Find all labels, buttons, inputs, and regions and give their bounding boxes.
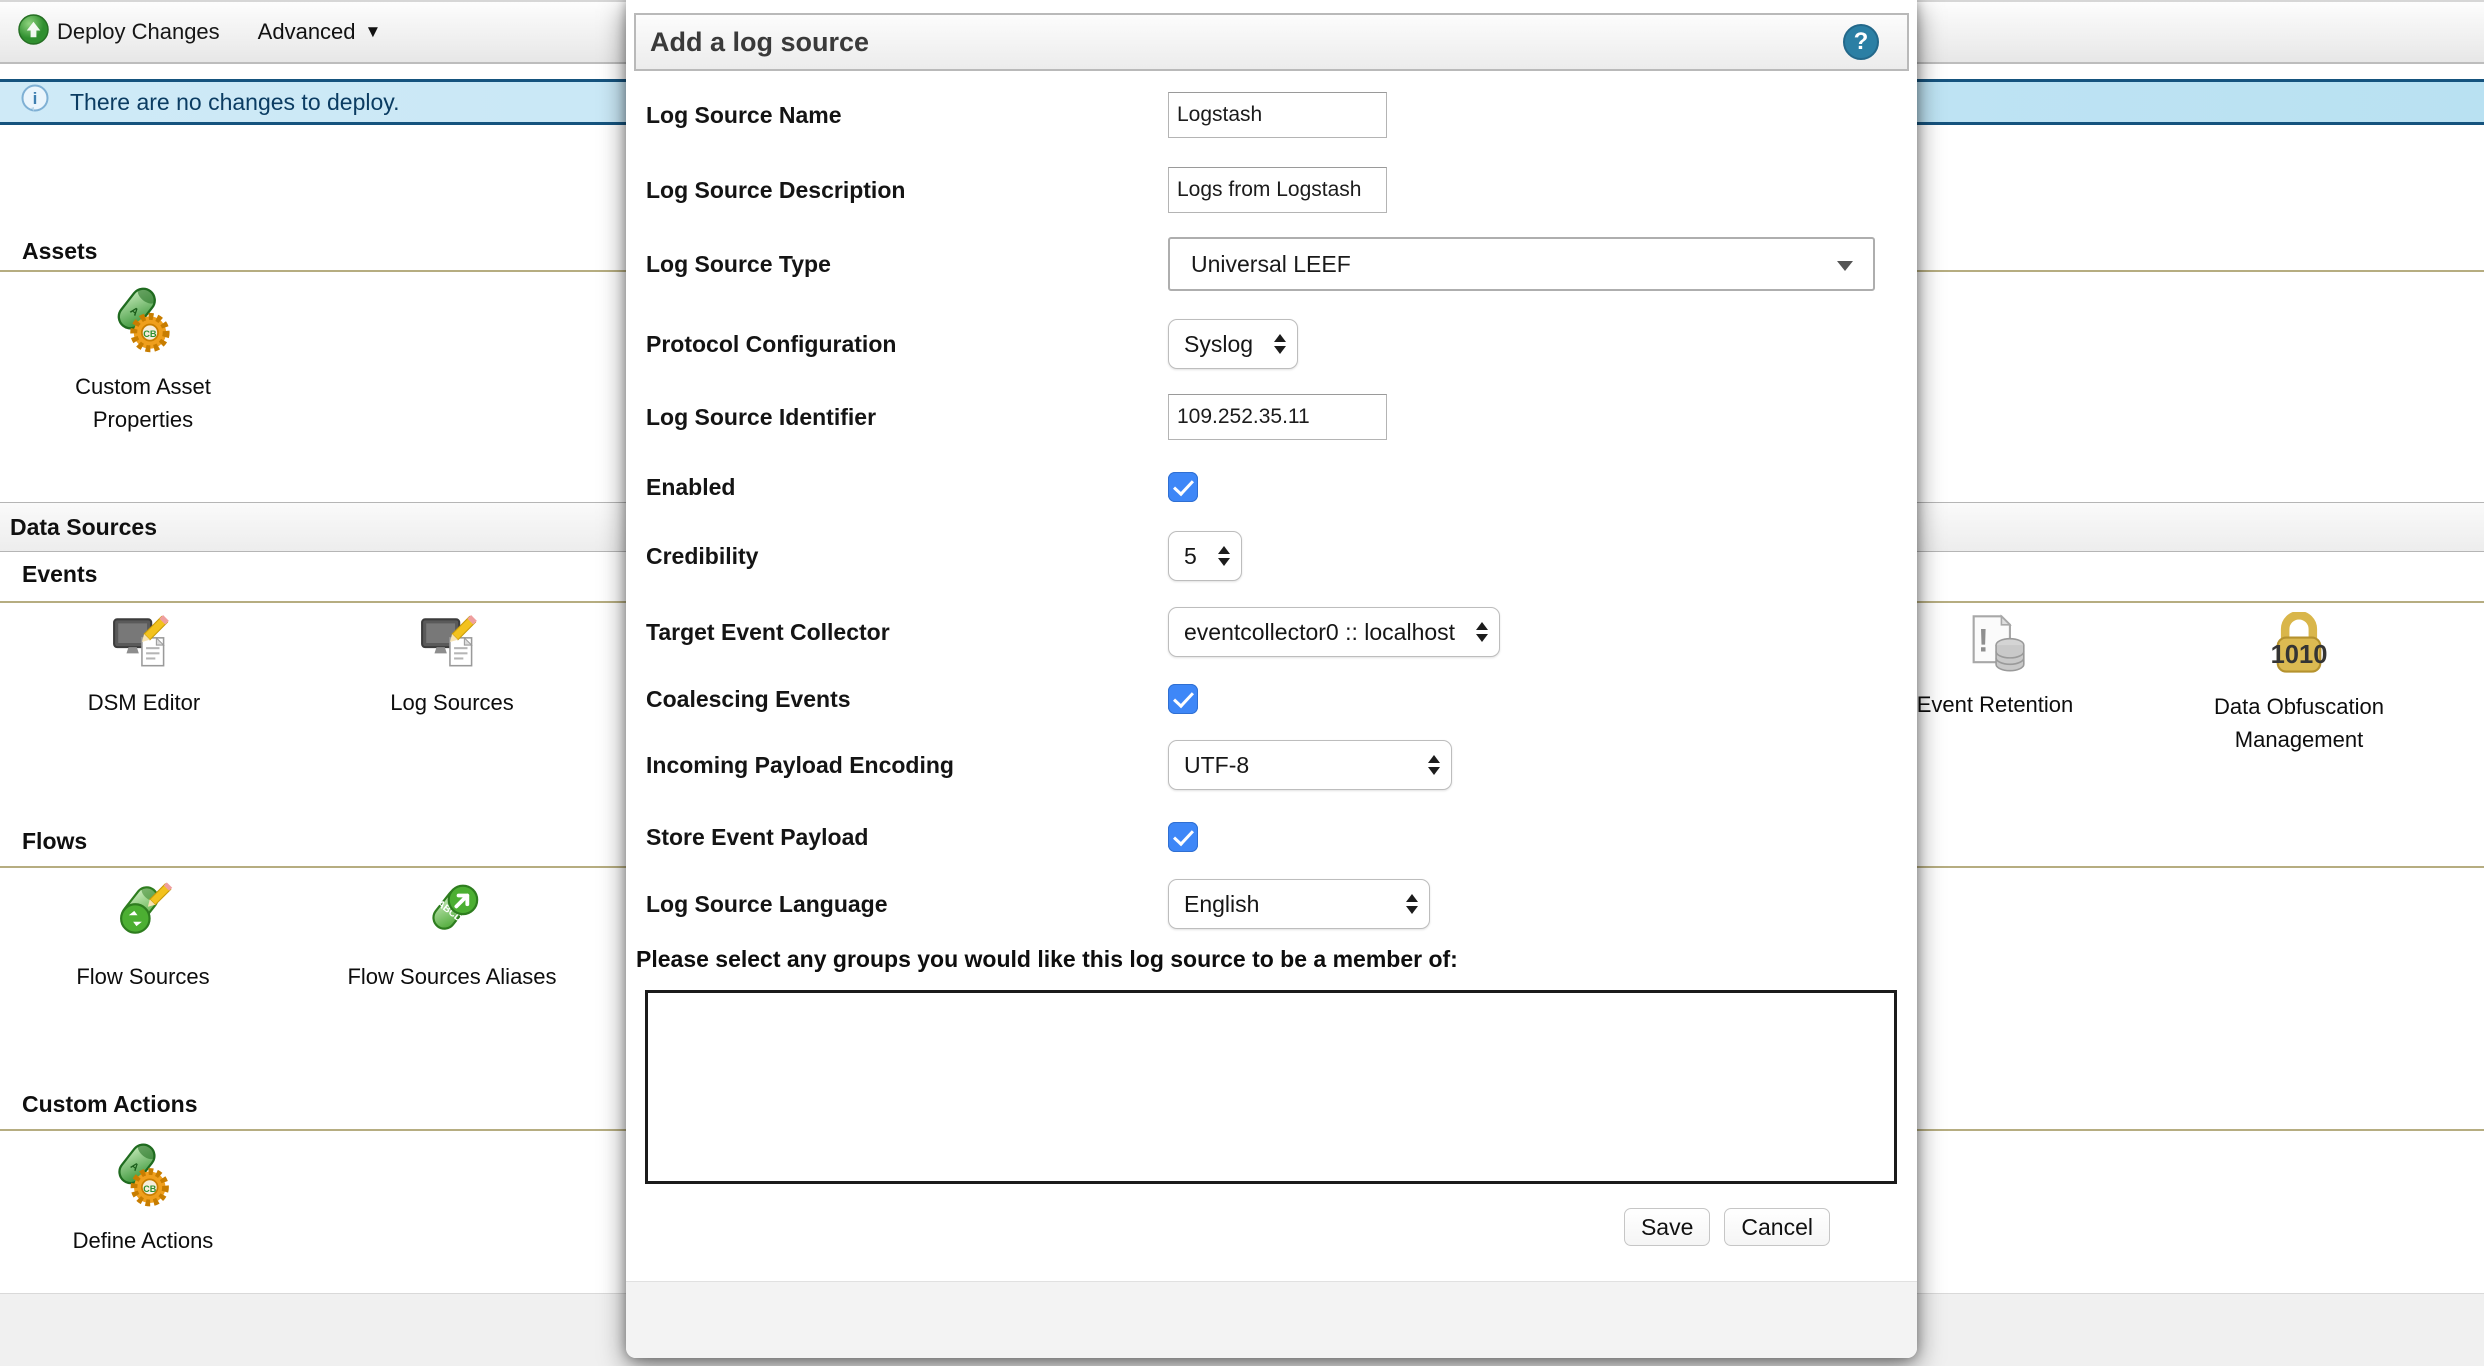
- store-event-payload-checkbox[interactable]: [1168, 822, 1198, 852]
- field-label: Log Source Identifier: [646, 404, 876, 431]
- tool-label: Custom Asset Properties: [23, 370, 263, 436]
- form-row-identifier: Log Source Identifier: [626, 394, 1917, 440]
- tool-log-sources[interactable]: Log Sources: [332, 612, 572, 719]
- monitor-pencil-icon: [24, 612, 264, 674]
- pipe-gear-icon: A CB: [23, 284, 263, 358]
- deploy-icon: [18, 14, 49, 51]
- form-row-language: Log Source Language English: [626, 879, 1917, 929]
- svg-text:CB: CB: [143, 329, 157, 339]
- form-row-target-event-collector: Target Event Collector eventcollector0 :…: [626, 607, 1917, 657]
- section-title-flows: Flows: [22, 828, 87, 855]
- advanced-label: Advanced: [258, 19, 356, 45]
- incoming-payload-encoding-value: UTF-8: [1184, 752, 1249, 779]
- tool-label: Flow Sources: [23, 960, 263, 993]
- form-row-encoding: Incoming Payload Encoding UTF-8: [626, 740, 1917, 790]
- form-row-credibility: Credibility 5: [626, 531, 1917, 581]
- target-event-collector-select[interactable]: eventcollector0 :: localhost: [1168, 607, 1500, 657]
- pipe-alias-arrow-icon: ABCD: [332, 878, 572, 948]
- tool-label: Define Actions: [23, 1224, 263, 1257]
- incoming-payload-encoding-select[interactable]: UTF-8: [1168, 740, 1452, 790]
- tool-label: Data Obfuscation Management: [2179, 690, 2419, 756]
- field-label: Target Event Collector: [646, 619, 890, 646]
- enabled-checkbox[interactable]: [1168, 472, 1198, 502]
- monitor-pencil-icon: [332, 612, 572, 674]
- tool-label: DSM Editor: [24, 686, 264, 719]
- field-label: Log Source Name: [646, 102, 842, 129]
- select-arrows-icon: [1476, 622, 1488, 642]
- form-row-enabled: Enabled: [626, 472, 1917, 502]
- field-label: Log Source Description: [646, 177, 905, 204]
- select-arrows-icon: [1274, 334, 1286, 354]
- target-event-collector-value: eventcollector0 :: localhost: [1184, 619, 1455, 646]
- log-source-language-value: English: [1184, 891, 1259, 918]
- save-button[interactable]: Save: [1624, 1208, 1710, 1246]
- advanced-menu-button[interactable]: Advanced ▼: [258, 19, 382, 45]
- tool-dsm-editor[interactable]: DSM Editor: [24, 612, 264, 719]
- form-row-description: Log Source Description: [626, 167, 1917, 213]
- field-label: Protocol Configuration: [646, 331, 896, 358]
- select-arrows-icon: [1406, 894, 1418, 914]
- cancel-button[interactable]: Cancel: [1724, 1208, 1830, 1246]
- section-title-events: Events: [22, 561, 97, 588]
- svg-text:i: i: [33, 89, 38, 108]
- log-source-type-value: Universal LEEF: [1191, 251, 1351, 278]
- field-label: Log Source Language: [646, 891, 888, 918]
- log-source-type-dropdown[interactable]: Universal LEEF: [1168, 237, 1875, 291]
- credibility-select[interactable]: 5: [1168, 531, 1242, 581]
- deploy-changes-button[interactable]: Deploy Changes: [18, 14, 220, 51]
- svg-text:CB: CB: [143, 1184, 156, 1194]
- pipe-gear-icon: A CB: [23, 1140, 263, 1212]
- svg-text:1010: 1010: [2271, 641, 2328, 669]
- svg-text:!: !: [1978, 622, 1989, 658]
- dialog-footer: [626, 1281, 1917, 1358]
- log-source-identifier-input[interactable]: [1168, 394, 1387, 440]
- tool-custom-asset-properties[interactable]: A CB Custom Asset Properties: [23, 284, 263, 436]
- field-label: Enabled: [646, 474, 735, 501]
- form-row-store-payload: Store Event Payload: [626, 822, 1917, 852]
- form-row-coalescing: Coalescing Events: [626, 684, 1917, 714]
- protocol-configuration-select[interactable]: Syslog: [1168, 319, 1298, 369]
- section-title-custom-actions: Custom Actions: [22, 1091, 198, 1118]
- deploy-changes-label: Deploy Changes: [57, 19, 220, 45]
- log-source-name-input[interactable]: [1168, 92, 1387, 138]
- dialog-title: Add a log source: [650, 27, 869, 58]
- credibility-value: 5: [1184, 543, 1197, 570]
- form-row-type: Log Source Type Universal LEEF: [626, 237, 1917, 291]
- groups-listbox[interactable]: [645, 990, 1897, 1184]
- tool-define-actions[interactable]: A CB Define Actions: [23, 1140, 263, 1257]
- field-label: Coalescing Events: [646, 686, 851, 713]
- info-icon: i: [20, 84, 50, 120]
- tool-flow-sources[interactable]: Flow Sources: [23, 878, 263, 993]
- notice-text: There are no changes to deploy.: [70, 89, 399, 116]
- select-arrows-icon: [1428, 755, 1440, 775]
- section-title-assets: Assets: [22, 238, 97, 265]
- tool-label: Flow Sources Aliases: [332, 960, 572, 993]
- data-sources-title: Data Sources: [10, 514, 157, 541]
- dialog-header: Add a log source ?: [634, 13, 1909, 71]
- field-label: Log Source Type: [646, 251, 831, 278]
- tool-flow-sources-aliases[interactable]: ABCD Flow Sources Aliases: [332, 878, 572, 993]
- groups-prompt: Please select any groups you would like …: [636, 946, 1458, 973]
- field-label: Credibility: [646, 543, 758, 570]
- chevron-down-icon: ▼: [365, 22, 382, 42]
- pipe-arrows-pencil-icon: [23, 878, 263, 948]
- select-arrows-icon: [1218, 546, 1230, 566]
- form-row-protocol: Protocol Configuration Syslog: [626, 319, 1917, 369]
- field-label: Store Event Payload: [646, 824, 868, 851]
- protocol-configuration-value: Syslog: [1184, 331, 1253, 358]
- padlock-binary-icon: 1010: [2179, 612, 2419, 678]
- help-icon[interactable]: ?: [1843, 24, 1879, 60]
- field-label: Incoming Payload Encoding: [646, 752, 954, 779]
- add-log-source-dialog: Add a log source ? Log Source Name Log S…: [626, 0, 1917, 1358]
- coalescing-events-checkbox[interactable]: [1168, 684, 1198, 714]
- form-row-name: Log Source Name: [626, 92, 1917, 138]
- log-source-description-input[interactable]: [1168, 167, 1387, 213]
- dialog-actions: Save Cancel: [626, 1208, 1830, 1246]
- dropdown-arrow-icon: [1837, 261, 1853, 271]
- tool-data-obfuscation-management[interactable]: 1010 Data Obfuscation Management: [2179, 612, 2419, 756]
- log-source-language-select[interactable]: English: [1168, 879, 1430, 929]
- tool-label: Log Sources: [332, 686, 572, 719]
